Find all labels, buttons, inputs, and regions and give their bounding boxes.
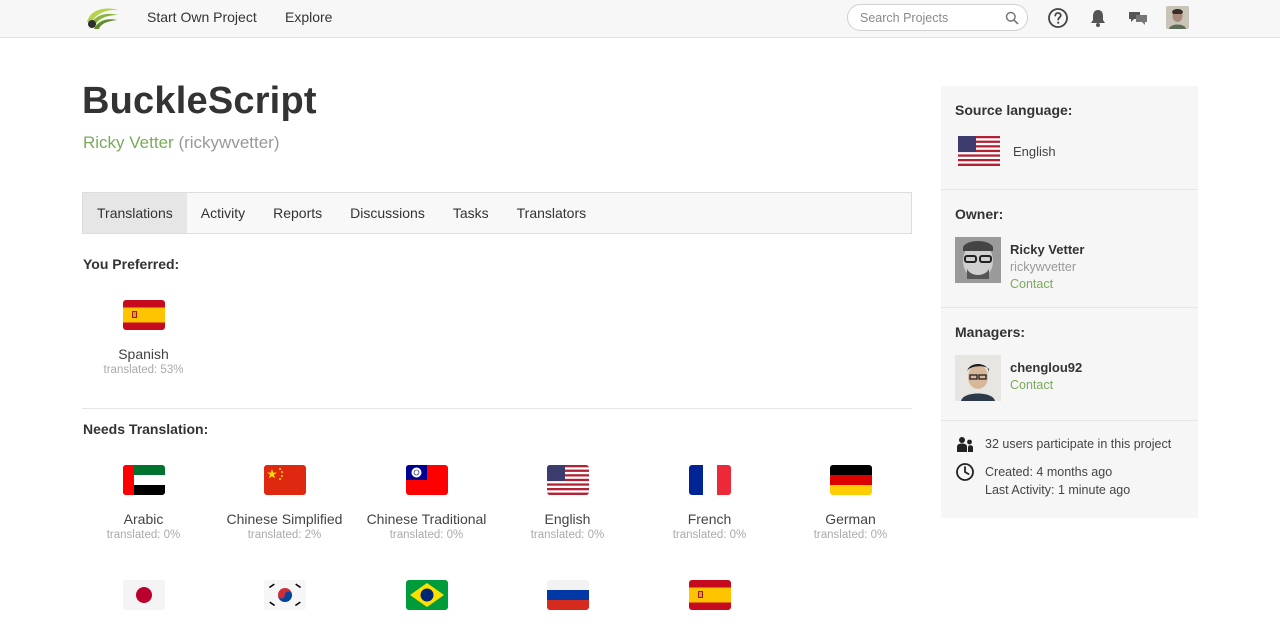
language-card-spanish[interactable]: Spanish translated: 53% — [73, 300, 214, 376]
spain-flag-icon — [122, 300, 165, 330]
preferred-heading: You Preferred: — [83, 256, 180, 272]
search-box — [847, 4, 1028, 31]
usa-flag-icon — [958, 136, 1000, 166]
chat-icon[interactable] — [1127, 7, 1149, 29]
owner-title: Owner: — [955, 206, 1004, 222]
taiwan-flag-icon — [405, 465, 448, 495]
language-name: English — [544, 511, 591, 527]
tab-discussions[interactable]: Discussions — [336, 193, 439, 233]
brazil-flag-icon — [405, 580, 448, 610]
japan-flag-icon — [122, 580, 165, 610]
tab-translators[interactable]: Translators — [503, 193, 601, 233]
users-icon — [955, 435, 975, 455]
language-progress: translated: 0% — [672, 529, 747, 541]
language-card-portuguese-brazil[interactable] — [356, 580, 497, 610]
south-korea-flag-icon — [263, 580, 306, 610]
explore-link[interactable]: Explore — [285, 9, 332, 25]
language-name: Spanish — [118, 346, 169, 362]
language-card-spanish-2[interactable] — [639, 580, 780, 610]
owner-avatar[interactable] — [955, 237, 1001, 283]
language-name: Chinese Traditional — [366, 511, 487, 527]
source-language-section: Source language: English — [941, 86, 1198, 190]
language-card-chinese-simplified[interactable]: Chinese Simplified translated: 2% — [214, 465, 355, 541]
language-name: French — [687, 511, 732, 527]
search-icon[interactable] — [1005, 11, 1019, 25]
language-name: Chinese Simplified — [226, 511, 343, 527]
help-icon[interactable] — [1047, 7, 1069, 29]
search-input[interactable] — [860, 10, 1005, 26]
project-tabs: Translations Activity Reports Discussion… — [82, 192, 912, 234]
manager-name[interactable]: chenglou92 — [1010, 360, 1082, 375]
language-card-french[interactable]: French translated: 0% — [639, 465, 780, 541]
uae-flag-icon — [122, 465, 165, 495]
source-language-name: English — [1013, 144, 1056, 159]
language-progress: translated: 2% — [247, 529, 322, 541]
app-logo-icon[interactable] — [84, 4, 122, 32]
language-card-german[interactable]: German translated: 0% — [780, 465, 921, 541]
china-flag-icon — [263, 465, 306, 495]
manager-avatar[interactable] — [955, 355, 1001, 401]
project-sidebar: Source language: English Owner: Ricky Ve… — [941, 86, 1198, 518]
language-name: German — [825, 511, 876, 527]
managers-section: Managers: chenglou92 Contact — [941, 308, 1198, 421]
language-name: Arabic — [123, 511, 164, 527]
participants-count: 32 users participate in this project — [985, 437, 1172, 451]
language-card-russian[interactable] — [497, 580, 638, 610]
spain-flag-icon — [688, 580, 731, 610]
germany-flag-icon — [829, 465, 872, 495]
last-activity: Last Activity: 1 minute ago — [985, 483, 1131, 497]
tab-tasks[interactable]: Tasks — [439, 193, 503, 233]
language-progress: translated: 53% — [103, 364, 184, 376]
france-flag-icon — [688, 465, 731, 495]
user-avatar[interactable] — [1166, 6, 1189, 29]
tab-activity[interactable]: Activity — [187, 193, 259, 233]
language-progress: translated: 0% — [106, 529, 181, 541]
tab-reports[interactable]: Reports — [259, 193, 336, 233]
language-card-korean[interactable] — [214, 580, 355, 610]
top-navigation-bar: Start Own Project Explore — [0, 0, 1280, 38]
clock-icon — [955, 462, 975, 482]
owner-handle: rickywvetter — [1010, 260, 1076, 274]
language-progress: translated: 0% — [389, 529, 464, 541]
project-title: BuckleScript — [82, 80, 317, 122]
owner-name[interactable]: Ricky Vetter — [1010, 242, 1084, 257]
language-progress: translated: 0% — [530, 529, 605, 541]
usa-flag-icon — [546, 465, 589, 495]
owner-section: Owner: Ricky Vetter rickywvetter Contact — [941, 190, 1198, 308]
tab-translations[interactable]: Translations — [83, 193, 187, 233]
language-card-arabic[interactable]: Arabic translated: 0% — [73, 465, 214, 541]
language-card-english[interactable]: English translated: 0% — [497, 465, 638, 541]
created-date: Created: 4 months ago — [985, 465, 1113, 479]
project-owner-line: Ricky Vetter (rickywvetter) — [83, 133, 280, 153]
language-progress: translated: 0% — [813, 529, 888, 541]
bell-icon[interactable] — [1087, 7, 1109, 29]
owner-handle: (rickywvetter) — [178, 133, 280, 152]
owner-name-link[interactable]: Ricky Vetter — [83, 133, 174, 152]
section-divider — [82, 408, 912, 409]
managers-title: Managers: — [955, 324, 1026, 340]
project-meta-section: 32 users participate in this project Cre… — [941, 421, 1198, 518]
manager-contact-link[interactable]: Contact — [1010, 378, 1053, 392]
language-card-chinese-traditional[interactable]: Chinese Traditional translated: 0% — [356, 465, 497, 541]
start-own-project-link[interactable]: Start Own Project — [147, 9, 257, 25]
needs-translation-heading: Needs Translation: — [83, 421, 209, 437]
language-card-japanese[interactable] — [73, 580, 214, 610]
source-language-title: Source language: — [955, 102, 1073, 118]
owner-contact-link[interactable]: Contact — [1010, 277, 1053, 291]
russia-flag-icon — [546, 580, 589, 610]
